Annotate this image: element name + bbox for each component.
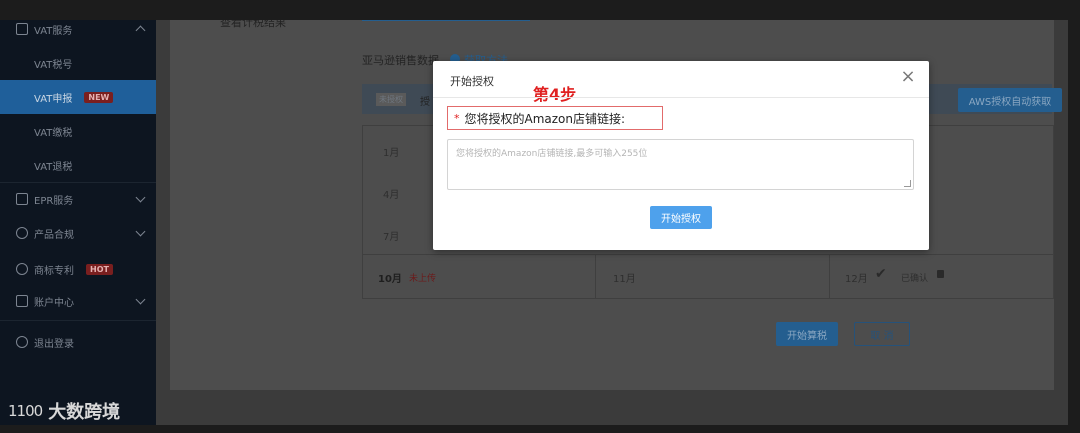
status-text: 授	[420, 97, 430, 108]
hot-badge: HOT	[86, 263, 113, 275]
lock-icon	[937, 270, 944, 278]
upload-status: 未上传	[409, 274, 437, 284]
logo-mark: 1100	[8, 402, 43, 420]
sidebar: VAT服务 VAT税号 VAT申报 NEW VAT缴税 VAT退税 EPR服务	[0, 20, 156, 425]
sidebar-item-vat-refund[interactable]: VAT退税	[0, 148, 156, 182]
power-icon	[16, 336, 28, 348]
shield-icon	[16, 227, 28, 239]
chevron-down-icon	[135, 192, 146, 203]
progress-bar	[362, 20, 530, 21]
sidebar-item-trademark[interactable]: 商标专利 HOT	[0, 252, 156, 286]
sidebar-item-vat-payment[interactable]: VAT缴税	[0, 114, 156, 148]
logo-text: 大数跨境	[48, 402, 121, 423]
sidebar-item-epr[interactable]: EPR服务	[0, 182, 156, 216]
chevron-down-icon	[135, 294, 146, 305]
field-label-highlight: * 您将授权的Amazon店铺链接:	[447, 106, 663, 130]
aws-auth-button[interactable]: AWS授权自动获取	[958, 88, 1062, 112]
chevron-up-icon	[135, 25, 146, 36]
month-cell: 1月	[383, 148, 400, 159]
sidebar-item-vat[interactable]: VAT服务	[0, 20, 156, 46]
confirm-status: 已确认	[901, 274, 929, 284]
divider	[0, 320, 156, 321]
recycle-icon	[16, 193, 28, 205]
sidebar-item-label: 退出登录	[34, 338, 74, 350]
chevron-down-icon	[135, 226, 146, 237]
sidebar-item-account[interactable]: 账户中心	[0, 284, 156, 318]
copyright-icon	[16, 263, 28, 275]
divider	[829, 254, 830, 298]
sidebar-item-label: 账户中心	[34, 297, 74, 309]
store-link-label: 您将授权的Amazon店铺链接:	[464, 111, 626, 126]
divider	[363, 254, 1053, 255]
auth-modal: 开始授权 第4步 × * 您将授权的Amazon店铺链接: 您将授权的Amazo…	[433, 61, 929, 250]
check-icon: ✔	[875, 266, 887, 282]
section-title: 亚马逊销售数据	[362, 54, 439, 67]
month-cell: 4月	[383, 190, 400, 201]
input-placeholder: 您将授权的Amazon店铺链接,最多可输入255位	[456, 149, 648, 159]
sidebar-item-label: VAT申报	[34, 93, 73, 105]
sidebar-item-label: VAT服务	[34, 25, 73, 37]
month-cell: 12月	[845, 274, 868, 285]
sidebar-item-label: 产品合规	[34, 229, 74, 241]
start-calc-button[interactable]: 开始算税	[776, 322, 838, 346]
sidebar-item-label: VAT缴税	[34, 127, 73, 139]
cancel-button[interactable]: 取 消	[854, 322, 910, 346]
month-cell: 7月	[383, 232, 400, 243]
status-badge: 未授权	[376, 93, 406, 106]
sidebar-item-label: VAT税号	[34, 59, 73, 71]
divider	[433, 97, 929, 98]
resize-handle[interactable]	[904, 180, 911, 187]
sidebar-item-vat-number[interactable]: VAT税号	[0, 46, 156, 80]
sidebar-item-label: 商标专利	[34, 265, 74, 277]
divider	[595, 254, 596, 298]
month-cell: 10月	[378, 274, 402, 285]
sidebar-item-vat-filing[interactable]: VAT申报 NEW	[0, 80, 156, 114]
sidebar-item-logout[interactable]: 退出登录	[0, 325, 156, 359]
sidebar-item-label: EPR服务	[34, 195, 74, 207]
required-mark: *	[454, 111, 460, 125]
user-card-icon	[16, 295, 28, 307]
month-cell: 11月	[613, 274, 636, 285]
modal-title: 开始授权	[450, 75, 494, 88]
step-annotation: 第4步	[533, 85, 577, 104]
sidebar-item-product-compliance[interactable]: 产品合规	[0, 216, 156, 250]
store-link-input[interactable]: 您将授权的Amazon店铺链接,最多可输入255位	[447, 139, 914, 190]
start-auth-button[interactable]: 开始授权	[650, 206, 712, 229]
view-tax-result-label: 查看计税结果	[220, 20, 286, 29]
close-icon[interactable]: ×	[900, 68, 916, 86]
new-badge: NEW	[84, 91, 114, 103]
brand-logo: 1100 大数跨境	[8, 398, 120, 424]
sidebar-item-label: VAT退税	[34, 161, 73, 173]
briefcase-icon	[16, 23, 28, 35]
